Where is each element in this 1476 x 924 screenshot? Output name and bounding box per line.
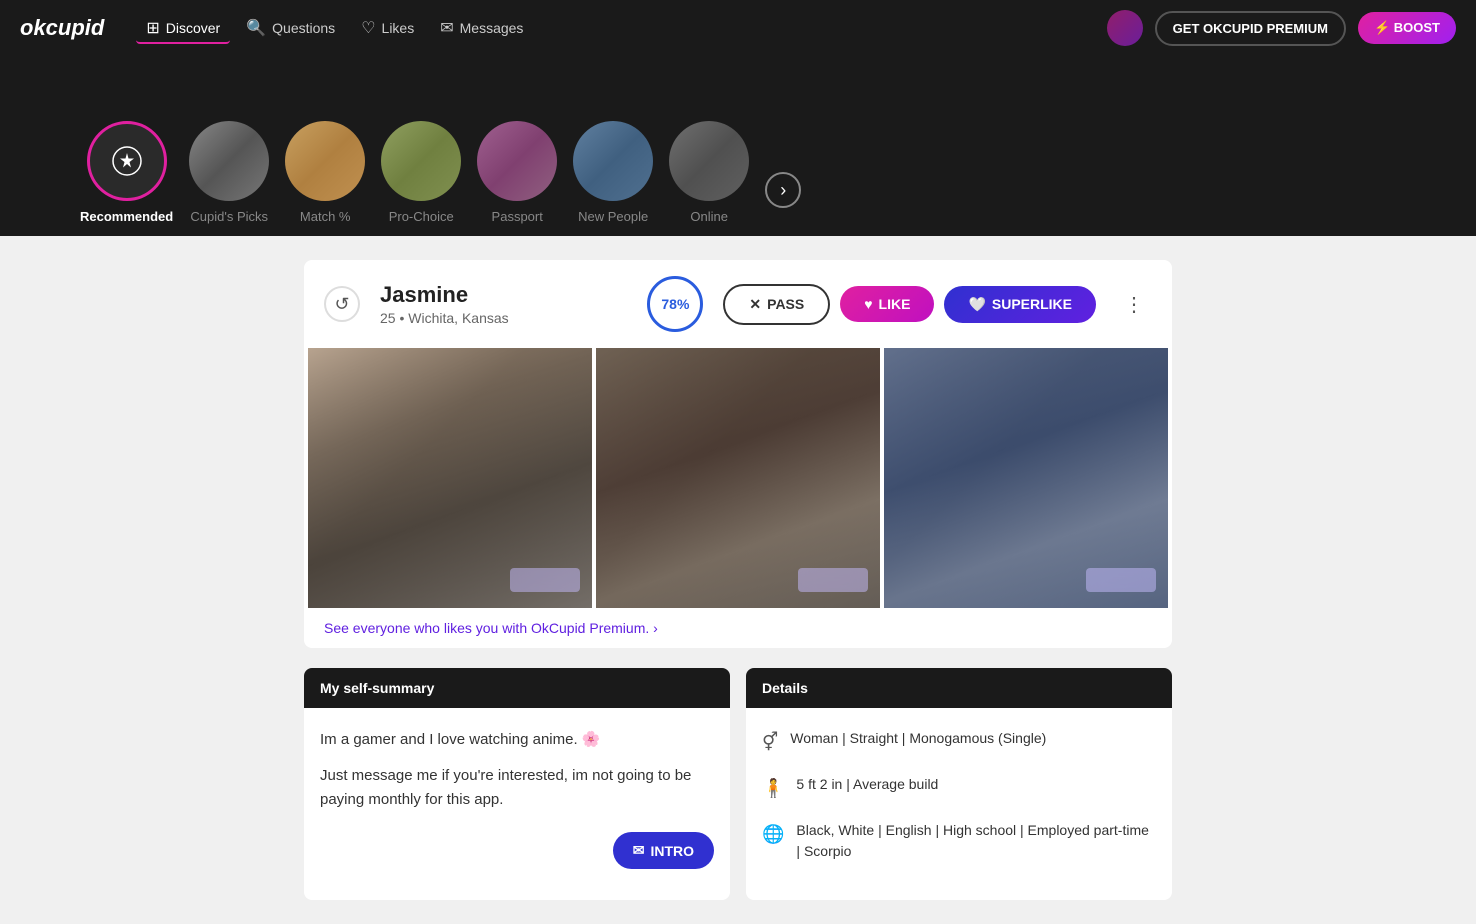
premium-button[interactable]: GET OKCUPID PREMIUM bbox=[1155, 11, 1346, 46]
profile-card: ↺ Jasmine 25 • Wichita, Kansas 78% ✕ PAS… bbox=[304, 260, 1172, 648]
undo-button[interactable]: ↺ bbox=[324, 286, 360, 322]
message-icon: ✉ bbox=[440, 18, 453, 38]
profile-photo-2[interactable] bbox=[596, 348, 880, 608]
details-body: ⚥ Woman | Straight | Monogamous (Single)… bbox=[746, 708, 1172, 900]
superlike-icon: 🤍 bbox=[968, 296, 985, 313]
intro-message-icon: ✉ bbox=[633, 842, 645, 859]
photo-1-blur bbox=[510, 568, 580, 592]
details-header: Details bbox=[746, 668, 1172, 708]
action-buttons: ✕ PASS ♥ LIKE 🤍 SUPERLIKE bbox=[723, 284, 1096, 325]
category-new-people[interactable]: New People bbox=[573, 121, 653, 236]
more-options-button[interactable]: ⋮ bbox=[1116, 288, 1152, 321]
cupids-picks-image bbox=[189, 121, 269, 201]
profile-photo-3[interactable] bbox=[884, 348, 1168, 608]
discover-icon: ⊞ bbox=[146, 18, 159, 38]
profile-age-location: 25 • Wichita, Kansas bbox=[380, 310, 627, 326]
gender-icon: ⚥ bbox=[762, 729, 778, 756]
photos-grid bbox=[304, 348, 1172, 608]
nav-questions[interactable]: 🔍 Questions bbox=[236, 12, 345, 44]
pass-x-icon: ✕ bbox=[749, 296, 761, 313]
heart-icon: ♡ bbox=[361, 18, 375, 38]
category-bar: Recommended Cupid's Picks Match % Pro-Ch… bbox=[0, 56, 1476, 236]
self-summary-card: My self-summary Im a gamer and I love wa… bbox=[304, 668, 730, 900]
new-people-label: New People bbox=[578, 209, 648, 224]
pass-button[interactable]: ✕ PASS bbox=[723, 284, 830, 325]
photo-2-blur bbox=[798, 568, 868, 592]
details-card: Details ⚥ Woman | Straight | Monogamous … bbox=[746, 668, 1172, 900]
recommended-label: Recommended bbox=[80, 209, 173, 224]
nav-links: ⊞ Discover 🔍 Questions ♡ Likes ✉ Message… bbox=[136, 12, 1082, 44]
boost-button[interactable]: ⚡ BOOST bbox=[1358, 12, 1456, 44]
photo-3-blur bbox=[1086, 568, 1156, 592]
top-navigation: okcupid ⊞ Discover 🔍 Questions ♡ Likes ✉… bbox=[0, 0, 1476, 56]
match-image bbox=[285, 121, 365, 201]
profile-name: Jasmine bbox=[380, 282, 627, 308]
category-cupids-picks[interactable]: Cupid's Picks bbox=[189, 121, 269, 236]
recommended-icon bbox=[87, 121, 167, 201]
profile-info: Jasmine 25 • Wichita, Kansas bbox=[380, 282, 627, 326]
nav-messages[interactable]: ✉ Messages bbox=[430, 12, 533, 44]
category-recommended[interactable]: Recommended bbox=[80, 121, 173, 236]
match-percentage: 78% bbox=[647, 276, 703, 332]
self-summary-text-1: Im a gamer and I love watching anime. 🌸 bbox=[320, 728, 714, 752]
match-label: Match % bbox=[300, 209, 351, 224]
category-passport[interactable]: Passport bbox=[477, 121, 557, 236]
category-next-button[interactable]: › bbox=[765, 172, 801, 208]
category-pro-choice[interactable]: Pro-Choice bbox=[381, 121, 461, 236]
profile-photo-1[interactable] bbox=[308, 348, 592, 608]
nav-discover[interactable]: ⊞ Discover bbox=[136, 12, 230, 44]
pro-choice-image bbox=[381, 121, 461, 201]
self-summary-header: My self-summary bbox=[304, 668, 730, 708]
search-icon: 🔍 bbox=[246, 18, 266, 38]
profile-header: ↺ Jasmine 25 • Wichita, Kansas 78% ✕ PAS… bbox=[304, 260, 1172, 348]
pro-choice-label: Pro-Choice bbox=[389, 209, 454, 224]
category-match[interactable]: Match % bbox=[285, 121, 365, 236]
height-icon: 🧍 bbox=[762, 775, 784, 802]
passport-image bbox=[477, 121, 557, 201]
online-label: Online bbox=[690, 209, 728, 224]
premium-upsell-link[interactable]: See everyone who likes you with OkCupid … bbox=[304, 608, 1172, 648]
globe-icon: 🌐 bbox=[762, 821, 784, 848]
passport-label: Passport bbox=[492, 209, 543, 224]
detail-height: 🧍 5 ft 2 in | Average build bbox=[762, 774, 1156, 802]
category-online[interactable]: Online bbox=[669, 121, 749, 236]
nav-likes[interactable]: ♡ Likes bbox=[351, 12, 424, 44]
self-summary-text-2: Just message me if you're interested, im… bbox=[320, 764, 714, 812]
detail-ethnicity: 🌐 Black, White | English | High school |… bbox=[762, 820, 1156, 862]
user-avatar[interactable] bbox=[1107, 10, 1143, 46]
detail-gender: ⚥ Woman | Straight | Monogamous (Single) bbox=[762, 728, 1156, 756]
profile-sections: My self-summary Im a gamer and I love wa… bbox=[304, 668, 1172, 900]
cupids-picks-label: Cupid's Picks bbox=[190, 209, 268, 224]
main-content: ↺ Jasmine 25 • Wichita, Kansas 78% ✕ PAS… bbox=[288, 260, 1188, 900]
app-logo: okcupid bbox=[20, 15, 104, 41]
like-heart-icon: ♥ bbox=[864, 296, 872, 312]
online-image bbox=[669, 121, 749, 201]
intro-button[interactable]: ✉ INTRO bbox=[613, 832, 714, 869]
new-people-image bbox=[573, 121, 653, 201]
superlike-button[interactable]: 🤍 SUPERLIKE bbox=[944, 286, 1096, 323]
like-button[interactable]: ♥ LIKE bbox=[840, 286, 934, 322]
nav-right: GET OKCUPID PREMIUM ⚡ BOOST bbox=[1107, 10, 1456, 46]
self-summary-body: Im a gamer and I love watching anime. 🌸 … bbox=[304, 708, 730, 844]
